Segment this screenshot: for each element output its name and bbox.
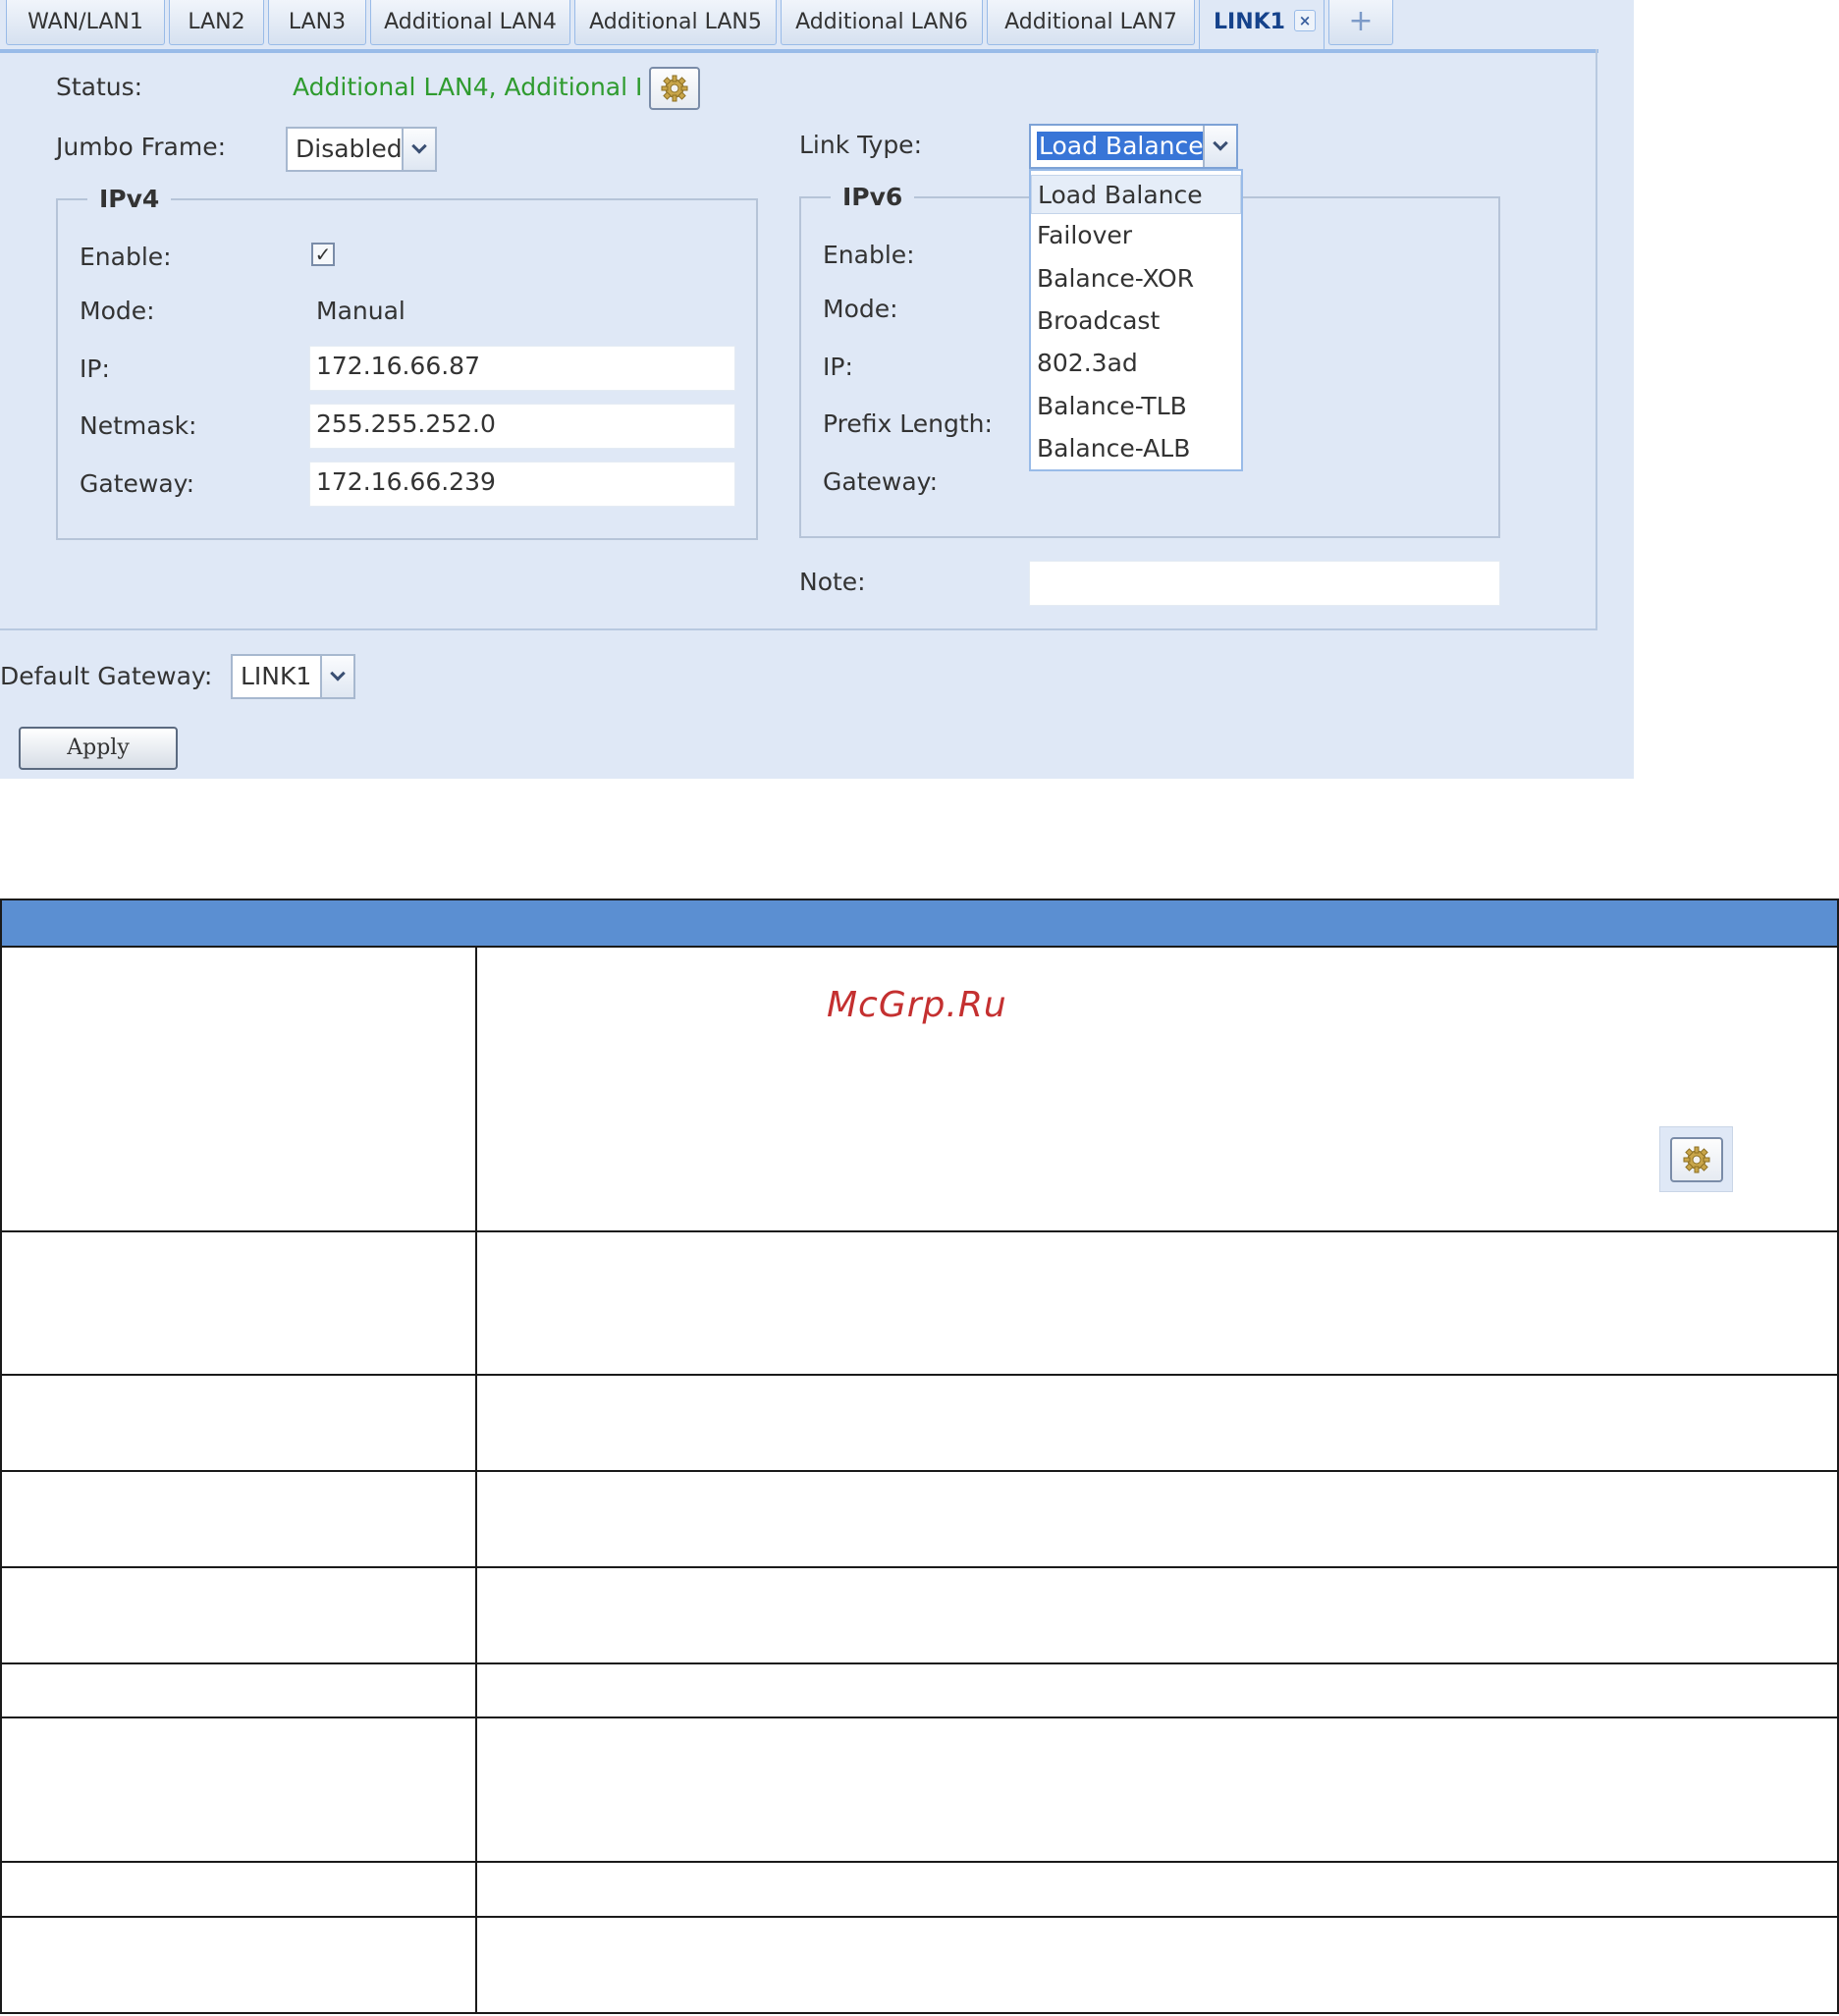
ipv6-legend: IPv6 bbox=[842, 183, 903, 211]
default-gateway-value: LINK1 bbox=[241, 662, 312, 690]
table-cell bbox=[2, 1718, 477, 1861]
table-cell bbox=[2, 1863, 477, 1916]
default-gateway-label: Default Gateway: bbox=[0, 662, 213, 690]
plus-icon: + bbox=[1348, 4, 1374, 38]
ipv4-netmask-label: Netmask: bbox=[80, 411, 197, 440]
table-row bbox=[0, 1568, 1839, 1664]
link-type-option-broadcast[interactable]: Broadcast bbox=[1037, 301, 1239, 341]
tab-label: Additional LAN5 bbox=[589, 10, 762, 34]
link-type-option-failover[interactable]: Failover bbox=[1037, 216, 1239, 255]
tab-label: Additional LAN6 bbox=[795, 10, 968, 34]
default-gateway-select[interactable]: LINK1 bbox=[231, 654, 355, 699]
table-cell bbox=[2, 1472, 477, 1566]
tab-label: LINK1 bbox=[1214, 10, 1285, 34]
tab-additional-lan7[interactable]: Additional LAN7 bbox=[987, 0, 1195, 45]
config-button-face bbox=[1670, 1137, 1723, 1182]
link-type-select[interactable]: Load Balance bbox=[1029, 124, 1238, 169]
table-cell bbox=[2, 1918, 477, 2012]
ipv4-enable-checkbox[interactable]: ✓ bbox=[311, 243, 335, 266]
link-type-option-balance-tlb[interactable]: Balance-TLB bbox=[1037, 387, 1239, 426]
ipv4-ip-field[interactable]: 172.16.66.87 bbox=[309, 346, 735, 391]
link-type-value-wrap: Load Balance bbox=[1037, 126, 1206, 167]
tab-label: LAN2 bbox=[188, 10, 245, 34]
ipv4-legend: IPv4 bbox=[99, 185, 160, 213]
tab-bar: WAN/LAN1 LAN2 LAN3 Additional LAN4 Addit… bbox=[0, 0, 1598, 51]
link-type-options-list: Load Balance Failover Balance-XOR Broadc… bbox=[1029, 169, 1243, 471]
table-row bbox=[0, 1376, 1839, 1472]
table-cell bbox=[2, 1232, 477, 1374]
table-row bbox=[0, 1718, 1839, 1863]
gear-icon bbox=[661, 75, 688, 102]
jumbo-frame-label: Jumbo Frame: bbox=[56, 133, 226, 161]
tab-label: WAN/LAN1 bbox=[27, 10, 143, 34]
ipv4-mode-value: Manual bbox=[316, 297, 406, 325]
ipv4-gateway-label: Gateway: bbox=[80, 469, 195, 498]
note-label: Note: bbox=[799, 568, 866, 596]
ipv4-gateway-field[interactable]: 172.16.66.239 bbox=[309, 462, 735, 507]
ipv6-enable-label: Enable: bbox=[823, 241, 915, 269]
ipv6-prefix-length-label: Prefix Length: bbox=[823, 409, 993, 438]
link-type-label: Link Type: bbox=[799, 131, 922, 159]
close-icon[interactable]: × bbox=[1294, 10, 1316, 31]
tab-wan-lan1[interactable]: WAN/LAN1 bbox=[6, 0, 165, 45]
tab-link1[interactable]: LINK1 × bbox=[1199, 0, 1325, 51]
tab-additional-lan5[interactable]: Additional LAN5 bbox=[574, 0, 777, 45]
note-field[interactable] bbox=[1029, 561, 1500, 606]
link-type-option-balance-xor[interactable]: Balance-XOR bbox=[1037, 259, 1239, 299]
status-label: Status: bbox=[56, 73, 143, 101]
tab-label: LAN3 bbox=[288, 10, 347, 34]
table-cell bbox=[2, 948, 477, 1230]
ipv6-mode-label: Mode: bbox=[823, 295, 898, 323]
chevron-down-icon bbox=[330, 666, 346, 681]
jumbo-frame-select[interactable]: Disabled bbox=[286, 127, 437, 172]
tab-additional-lan4[interactable]: Additional LAN4 bbox=[370, 0, 570, 45]
ipv4-enable-label: Enable: bbox=[80, 243, 172, 271]
config-button-illustration bbox=[1659, 1126, 1733, 1192]
table-header bbox=[0, 899, 1839, 948]
chevron-down-icon bbox=[411, 138, 427, 154]
tab-additional-lan6[interactable]: Additional LAN6 bbox=[781, 0, 983, 45]
table-row bbox=[0, 1918, 1839, 2014]
tab-lan2[interactable]: LAN2 bbox=[169, 0, 264, 45]
watermark: McGrp.Ru bbox=[827, 985, 1007, 1025]
tab-label: Additional LAN7 bbox=[1004, 10, 1177, 34]
link-type-dropdown-trigger[interactable] bbox=[1203, 126, 1236, 167]
link-type-option-802-3ad[interactable]: 802.3ad bbox=[1037, 344, 1239, 383]
status-value: Additional LAN4, Additional I bbox=[293, 73, 643, 101]
ipv6-ip-label: IP: bbox=[823, 353, 853, 381]
jumbo-frame-value: Disabled bbox=[296, 135, 403, 163]
chevron-down-icon bbox=[1213, 136, 1228, 151]
status-config-button[interactable] bbox=[649, 67, 700, 110]
default-gateway-dropdown-trigger[interactable] bbox=[320, 656, 353, 697]
table-cell bbox=[2, 1568, 477, 1662]
gear-icon bbox=[1683, 1146, 1710, 1173]
ipv4-mode-label: Mode: bbox=[80, 297, 155, 325]
tab-label: Additional LAN4 bbox=[384, 10, 557, 34]
table-row bbox=[0, 1472, 1839, 1568]
ipv6-gateway-label: Gateway: bbox=[823, 467, 939, 496]
network-settings-panel: WAN/LAN1 LAN2 LAN3 Additional LAN4 Addit… bbox=[0, 0, 1634, 779]
apply-button[interactable]: Apply bbox=[19, 727, 178, 770]
ipv4-netmask-field[interactable]: 255.255.252.0 bbox=[309, 404, 735, 449]
table-cell bbox=[2, 1664, 477, 1716]
jumbo-frame-dropdown-trigger[interactable] bbox=[402, 129, 435, 170]
table-row bbox=[0, 1863, 1839, 1918]
table-row bbox=[0, 1664, 1839, 1718]
table-cell bbox=[2, 1376, 477, 1470]
table-row bbox=[0, 1232, 1839, 1376]
tab-lan3[interactable]: LAN3 bbox=[268, 0, 366, 45]
link-type-value: Load Balance bbox=[1037, 132, 1206, 160]
add-tab-button[interactable]: + bbox=[1328, 0, 1393, 45]
ipv4-ip-label: IP: bbox=[80, 354, 110, 383]
description-table bbox=[0, 899, 1839, 2016]
link-type-option-load-balance[interactable]: Load Balance bbox=[1031, 175, 1241, 214]
link-type-option-balance-alb[interactable]: Balance-ALB bbox=[1037, 429, 1239, 468]
